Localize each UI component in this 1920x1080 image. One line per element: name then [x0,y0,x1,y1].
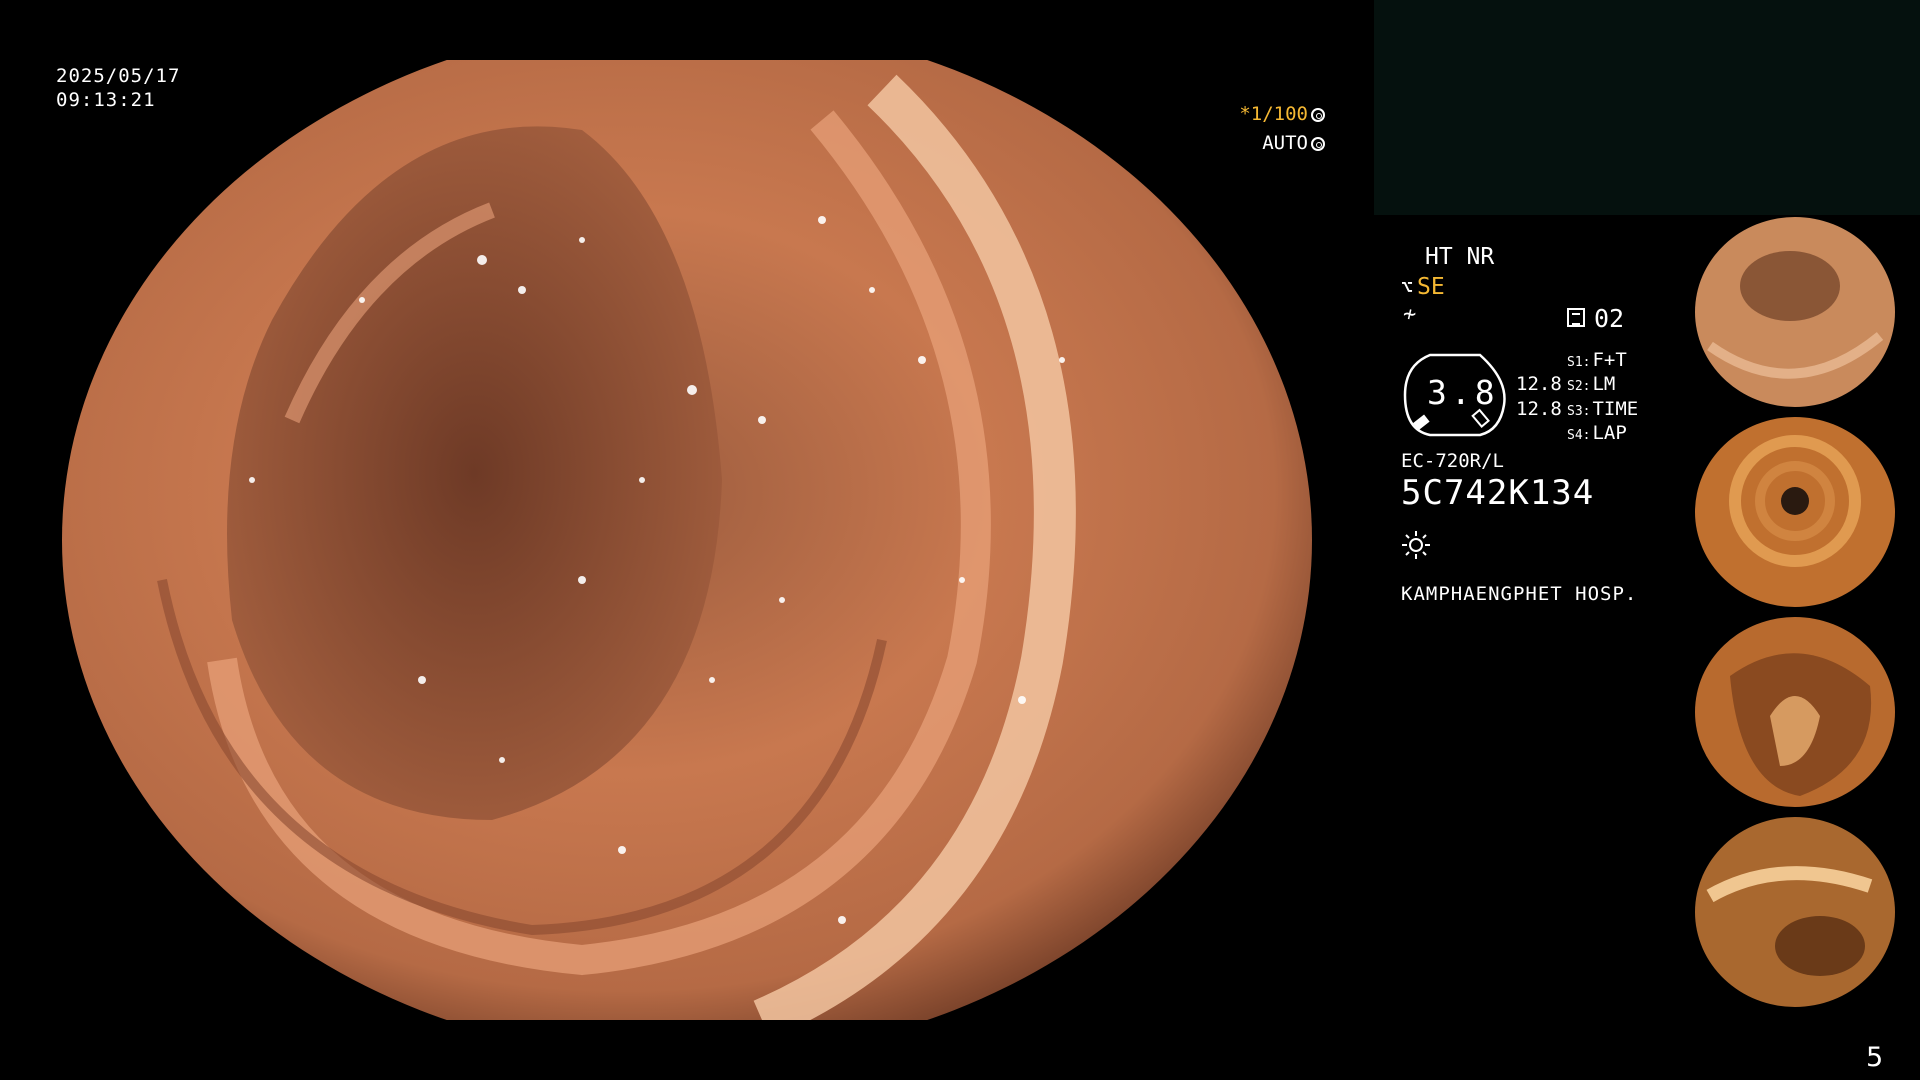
slot-label: LM [1592,373,1616,395]
slot-key: S3: [1567,404,1591,419]
se-label: SE [1417,274,1445,300]
switch-slot-2: S2: LM [1567,373,1615,395]
time-text: 09:13:21 [56,89,156,111]
scope-model: EC-720R/L [1401,450,1504,472]
shutter-speed: *1/100 [1239,103,1308,125]
slot-label: TIME [1592,398,1639,420]
iris-icon [1311,137,1325,151]
value-bottom: 12.8 [1516,398,1562,420]
slash-icon: ≁ [1403,302,1417,327]
switch-slot-1: S1: F+T [1567,349,1627,371]
slot-key: S1: [1567,355,1591,370]
thumbnail-art [1670,616,1920,808]
mucosa-illustration [62,60,1312,1020]
reserved-display-area [1374,0,1920,215]
datetime-overlay: 2025/05/17 09:13:21 [56,64,180,112]
thumbnail-art [1670,216,1920,408]
thumbnail-image[interactable] [1670,616,1920,808]
scope-serial: 5C742K134 [1401,473,1595,513]
se-row: ⌥ SE [1401,274,1445,300]
thumbnail-image[interactable] [1670,216,1920,408]
scope-info-panel: HT NR ⌥ SE ≁ 02 3.8 12.8 12.8 S1: F+T S2: L… [1395,240,1675,620]
slot-label: F+T [1592,349,1627,371]
aperture-icon [1311,108,1325,122]
switch-slot-3: S3: TIME [1567,398,1638,420]
hospital-name: KAMPHAENGPHET HOSP. [1401,583,1638,605]
switch-slot-4: S4: LAP [1567,422,1627,444]
sun-icon [1402,531,1430,559]
monitor-icon [1567,308,1585,327]
slot-key: S4: [1567,428,1591,443]
ht-nr-label: HT NR [1425,244,1495,270]
date-text: 2025/05/17 [56,65,181,87]
iris-row: AUTO [1200,129,1325,158]
monitor-value: 02 [1594,304,1625,333]
shutter-row: *1/100 [1200,100,1325,129]
gauge-value: 3.8 [1427,373,1499,412]
thumbnail-image[interactable] [1670,816,1920,1008]
thumbnail-art [1670,416,1920,608]
page-number: 5 [1866,1042,1884,1073]
exposure-indicators: *1/100 AUTO [1200,100,1325,158]
value-top: 12.8 [1516,373,1562,395]
endoscopic-main-view [62,60,1312,1020]
thumbnail-art [1670,816,1920,1008]
iris-mode: AUTO [1262,132,1308,154]
se-scope-icon: ⌥ [1401,275,1414,299]
slot-key: S2: [1567,379,1591,394]
thumbnail-image[interactable] [1670,416,1920,608]
slot-label: LAP [1592,422,1627,444]
